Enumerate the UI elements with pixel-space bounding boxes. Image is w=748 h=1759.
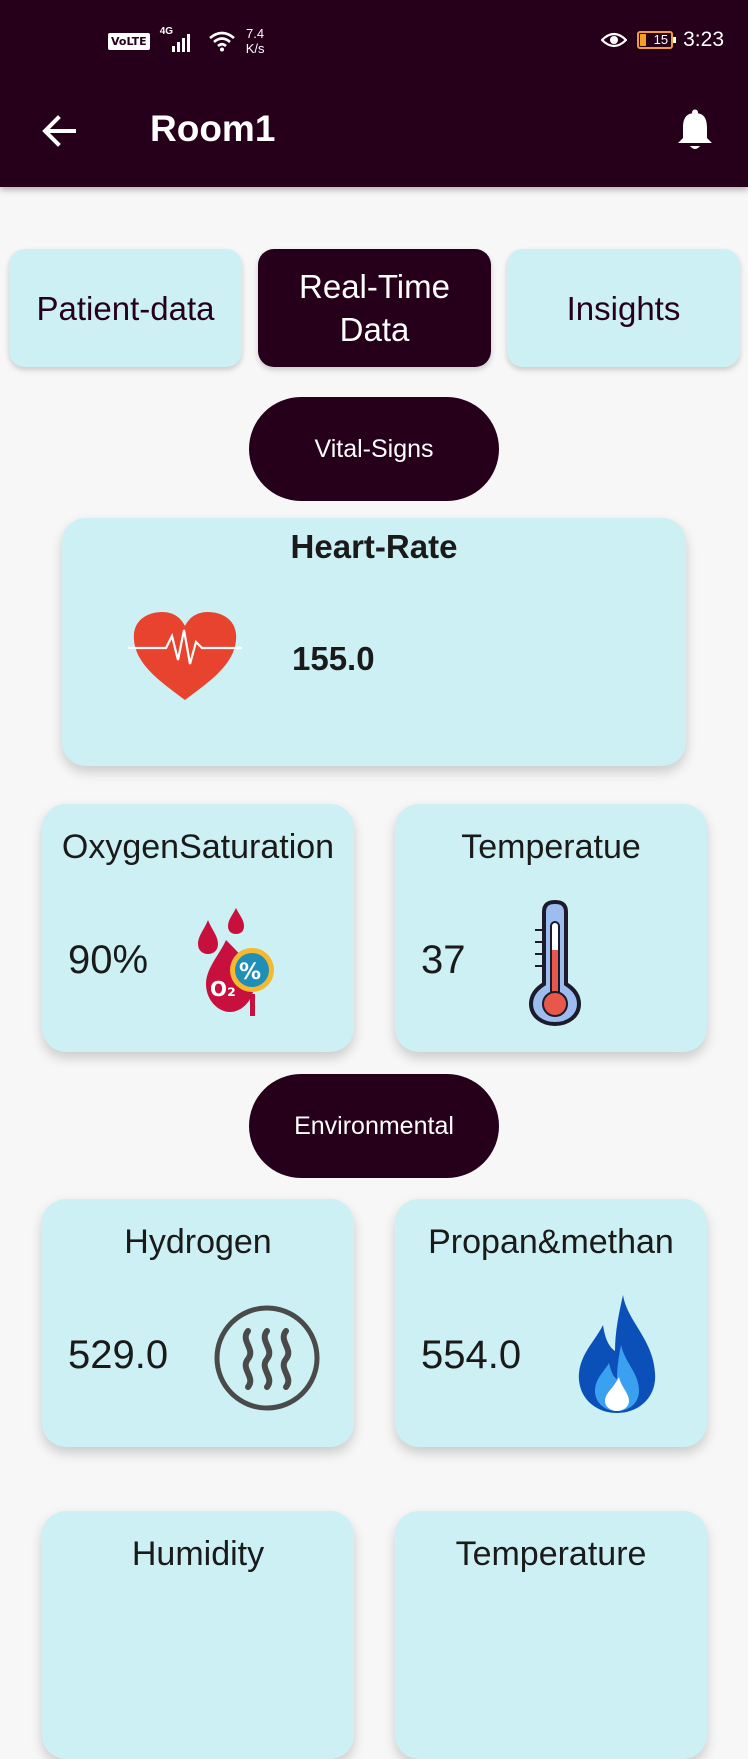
clock: 3:23	[683, 28, 724, 51]
card-value: 90%	[68, 938, 149, 982]
tab-insights[interactable]: Insights	[507, 249, 740, 367]
environmental-header: Environmental	[249, 1074, 499, 1178]
card-title: OxygenSaturation	[61, 828, 335, 866]
volte-badge: VoLTE	[108, 32, 150, 50]
signal-icon: 4G	[160, 26, 198, 54]
oxygen-drop-icon: O₂ %	[198, 908, 274, 1016]
page-title: Room1	[150, 108, 276, 149]
body-temperature-card: Temperatue 37	[395, 804, 707, 1052]
card-title: Temperatue	[461, 828, 641, 866]
wifi-icon	[208, 31, 235, 52]
steam-icon	[214, 1305, 320, 1411]
tab-label: Real-Time Data	[299, 268, 450, 348]
svg-text:O₂: O₂	[210, 977, 236, 1001]
app-bar: Room1	[0, 72, 748, 187]
status-left: VoLTE 4G 7.4 K/s	[108, 26, 264, 56]
back-button[interactable]	[38, 110, 80, 152]
notifications-button[interactable]	[676, 108, 718, 154]
status-bar: VoLTE 4G 7.4 K/s 15 3:23	[0, 0, 748, 72]
card-title: Humidity	[131, 1535, 265, 1573]
propane-methane-card: Propan&methan 554.0	[395, 1199, 707, 1447]
oxygen-saturation-card: OxygenSaturation 90% O₂ %	[42, 804, 354, 1052]
card-value: 529.0	[68, 1333, 169, 1377]
humidity-card: Humidity	[42, 1511, 354, 1759]
status-right: 15 3:23	[601, 28, 724, 52]
section-label: Vital-Signs	[314, 434, 434, 463]
flame-icon	[578, 1295, 656, 1413]
thermometer-icon	[528, 900, 582, 1026]
network-speed: 7.4 K/s	[246, 26, 265, 56]
bell-icon	[678, 109, 712, 149]
card-value: 155.0	[292, 640, 375, 677]
tab-label: Patient-data	[36, 289, 215, 327]
hydrogen-card: Hydrogen 529.0	[42, 1199, 354, 1447]
card-title: Temperature	[455, 1535, 647, 1573]
card-value: 37	[421, 938, 466, 982]
heart-rate-card: Heart-Rate 155.0	[62, 518, 686, 766]
speed-unit: K/s	[245, 41, 265, 56]
card-value: 554.0	[421, 1333, 522, 1377]
svg-text:%: %	[239, 960, 261, 985]
section-label: Environmental	[294, 1111, 454, 1140]
tab-real-time-data[interactable]: Real-Time Data	[258, 249, 491, 367]
card-title: Hydrogen	[124, 1223, 272, 1261]
eye-icon	[601, 32, 628, 48]
card-title: Heart-Rate	[290, 528, 458, 565]
heart-pulse-icon	[128, 612, 242, 700]
speed-value: 7.4	[246, 26, 265, 41]
card-title: Propan&methan	[428, 1223, 674, 1261]
battery-level: 15	[653, 32, 669, 47]
battery-icon: 15	[637, 31, 677, 49]
tab-patient-data[interactable]: Patient-data	[9, 249, 242, 367]
arrow-left-icon	[42, 115, 76, 147]
room-temperature-card: Temperature	[395, 1511, 707, 1759]
tab-label: Insights	[566, 289, 681, 327]
vital-signs-header: Vital-Signs	[249, 397, 499, 501]
